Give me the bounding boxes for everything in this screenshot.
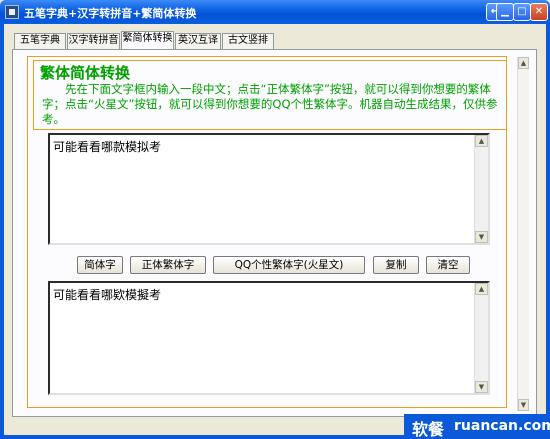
copy-button[interactable]: 复制 <box>373 256 419 274</box>
minimize-button[interactable]: ▁ <box>496 3 514 21</box>
tab-hanzi-to-pinyin[interactable]: 汉字转拼音 <box>67 33 120 49</box>
scroll-up-icon[interactable]: ▲ <box>475 135 488 147</box>
title-bar[interactable]: 五笔字典+汉字转拼音+繁简体转换 ↔ ✕ <box>0 0 550 24</box>
scroll-up-icon[interactable]: ▲ <box>518 57 529 69</box>
output-scrollbar[interactable]: ▲ ▼ <box>474 283 488 393</box>
traditional-button[interactable]: 正体繁体字 <box>130 256 206 274</box>
scroll-down-icon[interactable]: ▼ <box>518 399 529 411</box>
watermark-logo: 软餐 ruancan.com <box>404 414 550 439</box>
watermark-cn: 软餐 <box>412 420 445 439</box>
output-textarea[interactable]: 可能看看哪欵模擬考 ▲ ▼ <box>48 281 490 395</box>
tab-traditional-simplified[interactable]: 繁简体转换 <box>121 31 174 50</box>
input-textarea[interactable]: 可能看看哪款模拟考 ▲ ▼ <box>48 133 490 245</box>
tab-wubi-dictionary[interactable]: 五笔字典 <box>14 33 66 49</box>
input-text: 可能看看哪款模拟考 <box>53 140 162 154</box>
output-text: 可能看看哪欵模擬考 <box>53 288 162 302</box>
panel-scrollbar[interactable]: ▲ ▼ <box>517 57 529 411</box>
instructions-text: 先在下面文字框内输入一段中文；点击“正体繁体字”按钮，就可以得到你想要的繁体字；… <box>42 82 498 126</box>
scroll-down-icon[interactable]: ▼ <box>475 231 488 243</box>
app-icon <box>5 5 19 19</box>
maximize-button[interactable]: □ <box>513 3 531 21</box>
scroll-down-icon[interactable]: ▼ <box>475 381 488 393</box>
close-button[interactable]: ✕ <box>530 3 548 21</box>
tab-english-chinese[interactable]: 英汉互译 <box>175 33 221 49</box>
watermark-en: ruancan.com <box>454 418 550 434</box>
page-title: 繁体简体转换 <box>40 64 131 82</box>
window-title: 五笔字典+汉字转拼音+繁简体转换 <box>24 7 197 20</box>
scroll-up-icon[interactable]: ▲ <box>475 283 488 295</box>
martian-text-button[interactable]: QQ个性繁体字(火星文) <box>213 256 365 274</box>
clear-button[interactable]: 清空 <box>426 256 470 274</box>
input-scrollbar[interactable]: ▲ ▼ <box>474 135 488 243</box>
simplified-button[interactable]: 简体字 <box>77 256 123 274</box>
tab-classical-vertical[interactable]: 古文竖排 <box>222 33 274 49</box>
